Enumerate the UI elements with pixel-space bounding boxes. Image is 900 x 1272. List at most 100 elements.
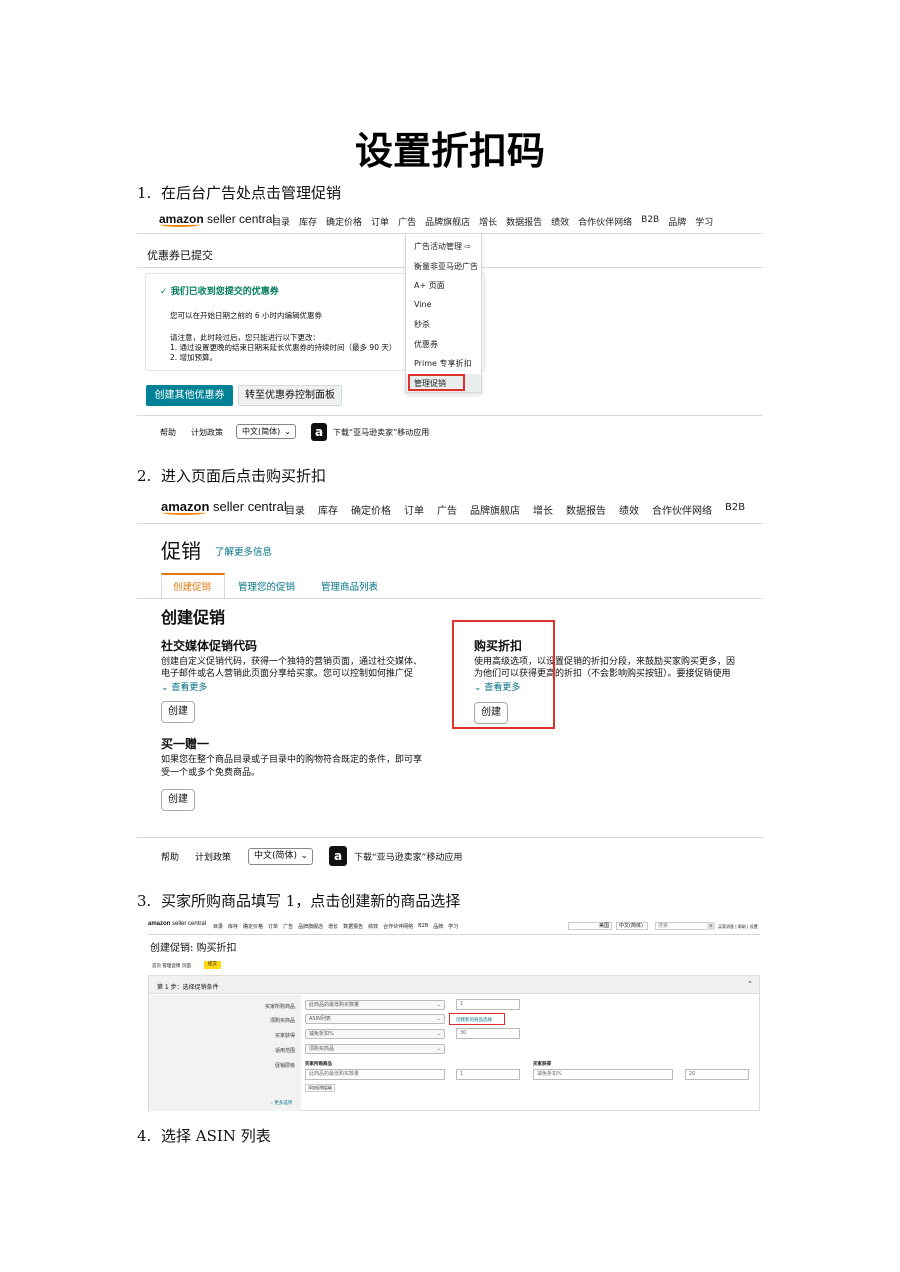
footer-help-link[interactable]: 帮助 xyxy=(160,427,176,438)
nav-advertising[interactable]: 广告 xyxy=(437,502,457,517)
step-number: 3. xyxy=(137,892,152,910)
nav-brands[interactable]: 品牌 xyxy=(668,215,686,228)
nav-b2b[interactable]: B2B xyxy=(418,923,428,930)
nav-inventory[interactable]: 库存 xyxy=(228,923,238,930)
nav-partner-network[interactable]: 合作伙伴网络 xyxy=(578,215,632,228)
amazon-seller-central-logo: amazon seller central xyxy=(148,921,207,927)
page-title: 促销 xyxy=(161,539,201,563)
nav-orders[interactable]: 订单 xyxy=(404,502,424,517)
tab-manage-promotions[interactable]: 管理您的促销 xyxy=(238,579,295,593)
nav-b2b[interactable]: B2B xyxy=(641,215,659,228)
footer-app-link[interactable]: 下载“亚马逊卖家”移动应用 xyxy=(354,850,462,863)
nav-stores[interactable]: 品牌旗舰店 xyxy=(298,923,323,930)
chevron-down-icon: ⌄ xyxy=(284,427,291,436)
language-select[interactable]: 中文(简体) ⌄ xyxy=(236,424,296,439)
step-text: 选择 ASIN 列表 xyxy=(161,1127,271,1145)
nav-orders[interactable]: 订单 xyxy=(371,215,389,228)
breadcrumb[interactable]: 首页 管理促销 页面 xyxy=(152,963,191,969)
required-items-select[interactable]: ASIN列表 ⌄ xyxy=(305,1014,445,1024)
chevron-down-icon: › xyxy=(271,1101,273,1106)
nav-catalog[interactable]: 目录 xyxy=(213,923,223,930)
footer-policy-link[interactable]: 计划政策 xyxy=(195,850,231,863)
social-create-button[interactable]: 创建 xyxy=(161,701,195,723)
nav-partner-network[interactable]: 合作伙伴网络 xyxy=(383,923,413,930)
learn-more-link[interactable]: 了解更多信息 xyxy=(215,544,272,558)
nav-catalog[interactable]: 目录 xyxy=(285,502,305,517)
menu-item-campaign-manager[interactable]: 广告活动管理 ⇨ xyxy=(414,241,471,252)
footer-policy-link[interactable]: 计划政策 xyxy=(191,427,223,438)
menu-item-prime-discounts[interactable]: Prime 专享折扣 xyxy=(414,358,471,369)
menu-item-measure-ads[interactable]: 衡量非亚马逊广告 xyxy=(414,261,478,272)
nav-reports[interactable]: 数据报告 xyxy=(566,502,606,517)
chevron-down-icon: ⌄ xyxy=(161,683,169,693)
social-promo-title: 社交媒体促销代码 xyxy=(161,639,258,653)
nav-inventory[interactable]: 库存 xyxy=(299,215,317,228)
tier-qty-input[interactable]: 1 xyxy=(456,1069,520,1080)
highlight-box xyxy=(408,374,465,391)
tab-manage-product-lists[interactable]: 管理商品列表 xyxy=(321,579,378,593)
nav-orders[interactable]: 订单 xyxy=(268,923,278,930)
chevron-up-icon[interactable]: ⌃ xyxy=(747,980,753,988)
more-options-link[interactable]: › 更多选项 xyxy=(271,1100,292,1106)
footer-help-link[interactable]: 帮助 xyxy=(161,850,179,863)
chevron-down-icon: ⌄ xyxy=(436,1046,441,1052)
nav-inventory[interactable]: 库存 xyxy=(318,502,338,517)
nav-reports[interactable]: 数据报告 xyxy=(343,923,363,930)
menu-item-lightning-deals[interactable]: 秒杀 xyxy=(414,319,430,330)
tier-col-get: 买家获得 xyxy=(533,1062,551,1067)
search-icon[interactable]: ⌕ xyxy=(707,922,715,930)
buyer-purchases-select[interactable]: 此商品的最低购买数量 ⌄ xyxy=(305,1000,445,1010)
step-number: 1. xyxy=(137,184,152,202)
nav-performance[interactable]: 绩效 xyxy=(619,502,639,517)
page-title: 优惠券已提交 xyxy=(147,249,213,262)
top-nav: 目录 库存 确定价格 订单 广告 品牌旗舰店 增长 数据报告 绩效 合作伙伴网络… xyxy=(285,502,745,517)
tier-buy-input[interactable]: 此商品的最低购买数量 xyxy=(305,1069,445,1080)
nav-partner-network[interactable]: 合作伙伴网络 xyxy=(652,502,712,517)
nav-pricing[interactable]: 确定价格 xyxy=(351,502,391,517)
nav-learn[interactable]: 学习 xyxy=(695,215,713,228)
nav-b2b[interactable]: B2B xyxy=(725,502,745,517)
search-input[interactable]: 搜索 xyxy=(655,922,715,930)
breadcrumb-current: 提交 xyxy=(204,961,221,969)
social-see-more-link[interactable]: ⌄ 查看更多 xyxy=(161,680,207,693)
nav-stores[interactable]: 品牌旗舰店 xyxy=(470,502,520,517)
quantity-input[interactable]: 1 xyxy=(456,999,520,1010)
nav-pricing[interactable]: 确定价格 xyxy=(326,215,362,228)
nav-growth[interactable]: 增长 xyxy=(328,923,338,930)
language-select[interactable]: 中文(简体) xyxy=(616,922,648,930)
nav-growth[interactable]: 增长 xyxy=(533,502,553,517)
nav-advertising[interactable]: 广告 xyxy=(398,215,416,228)
create-other-coupon-button[interactable]: 创建其他优惠券 xyxy=(146,385,233,406)
coupon-dashboard-button[interactable]: 转至优惠券控制面板 xyxy=(238,385,342,406)
tier-col-buy: 买家所购商品 xyxy=(305,1062,332,1067)
nav-stores[interactable]: 品牌旗舰店 xyxy=(425,215,470,228)
bogo-title: 买一赠一 xyxy=(161,737,210,751)
nav-catalog[interactable]: 目录 xyxy=(272,215,290,228)
menu-item-vine[interactable]: Vine xyxy=(414,300,432,309)
buyer-gets-select[interactable]: 减免折扣% ⌄ xyxy=(305,1029,445,1039)
nav-reports[interactable]: 数据报告 xyxy=(506,215,542,228)
store-selector[interactable]: 美国 xyxy=(568,922,612,930)
bogo-create-button[interactable]: 创建 xyxy=(161,789,195,811)
nav-advertising[interactable]: 广告 xyxy=(283,923,293,930)
nav-performance[interactable]: 绩效 xyxy=(368,923,378,930)
tier-get-input[interactable]: 减免折扣% xyxy=(533,1069,673,1080)
nav-brands[interactable]: 品牌 xyxy=(433,923,443,930)
tab-create-promotion[interactable]: 创建促销 xyxy=(173,579,211,593)
step-number: 4. xyxy=(137,1127,152,1145)
row-label-buyer-purchases: 买家所购商品 xyxy=(264,1004,295,1010)
add-tier-button[interactable]: 添加促销层级 xyxy=(305,1084,335,1092)
nav-pricing[interactable]: 确定价格 xyxy=(243,923,263,930)
nav-performance[interactable]: 绩效 xyxy=(551,215,569,228)
language-select[interactable]: 中文(简体) ⌄ xyxy=(248,848,313,865)
footer-app-link[interactable]: 下载“亚马逊卖家”移动应用 xyxy=(333,427,429,438)
discount-input[interactable]: 30 xyxy=(456,1028,520,1039)
menu-item-a-plus[interactable]: A+ 页面 xyxy=(414,280,445,291)
nav-growth[interactable]: 增长 xyxy=(479,215,497,228)
tier-discount-input[interactable]: 20 xyxy=(685,1069,749,1080)
menu-item-coupons[interactable]: 优惠券 xyxy=(414,339,438,350)
nav-learn[interactable]: 学习 xyxy=(448,923,458,930)
applies-to-select[interactable]: 须购买商品 ⌄ xyxy=(305,1044,445,1054)
top-links[interactable]: 买家消息 | 帮助 | 设置 xyxy=(718,924,758,930)
amazon-seller-central-logo: amazon seller central xyxy=(159,212,276,227)
